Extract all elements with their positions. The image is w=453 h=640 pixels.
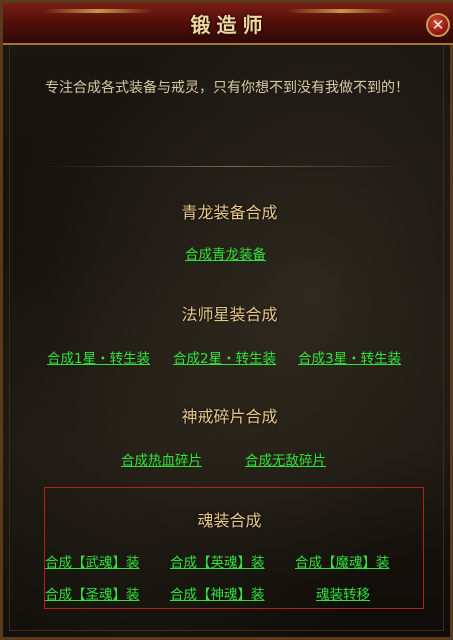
link-craft-qinglong-gear[interactable]: 合成青龙装备 bbox=[185, 243, 266, 263]
section-title-ring-fragment: 神戒碎片合成 bbox=[3, 403, 453, 427]
link-craft-1-star[interactable]: 合成1星・转生装 bbox=[47, 347, 150, 367]
intro-text: 专注合成各式装备与戒灵，只有你想不到没有我做不到的！ bbox=[45, 80, 409, 96]
link-craft-shenghun[interactable]: 合成【圣魂】装 bbox=[45, 583, 140, 603]
close-x-icon: ✕ bbox=[431, 15, 445, 34]
link-soul-gear-transfer[interactable]: 魂装转移 bbox=[316, 583, 370, 603]
link-craft-wudi-fragment[interactable]: 合成无敌碎片 bbox=[245, 449, 326, 469]
link-craft-wuhun[interactable]: 合成【武魂】装 bbox=[45, 551, 140, 571]
link-craft-2-star[interactable]: 合成2星・转生装 bbox=[173, 347, 276, 367]
section-divider bbox=[45, 166, 415, 167]
section-title-mage-star: 法师星装合成 bbox=[3, 301, 453, 325]
link-craft-yinghun[interactable]: 合成【英魂】装 bbox=[170, 551, 265, 571]
link-craft-mohun[interactable]: 合成【魔魂】装 bbox=[295, 551, 390, 571]
section-title-qinglong: 青龙装备合成 bbox=[3, 199, 453, 223]
link-craft-rexue-fragment[interactable]: 合成热血碎片 bbox=[121, 449, 202, 469]
forge-master-dialog: 锻造师 ✕ 专注合成各式装备与戒灵，只有你想不到没有我做不到的！ 青龙装备合成 … bbox=[0, 0, 453, 640]
dialog-title: 锻造师 bbox=[190, 13, 269, 37]
section-title-soul-gear: 魂装合成 bbox=[3, 507, 453, 531]
link-craft-shenhun[interactable]: 合成【神魂】装 bbox=[170, 583, 265, 603]
title-bar: 锻造师 ✕ bbox=[3, 3, 453, 45]
link-craft-3-star[interactable]: 合成3星・转生装 bbox=[298, 347, 401, 367]
close-button[interactable]: ✕ bbox=[426, 13, 450, 37]
